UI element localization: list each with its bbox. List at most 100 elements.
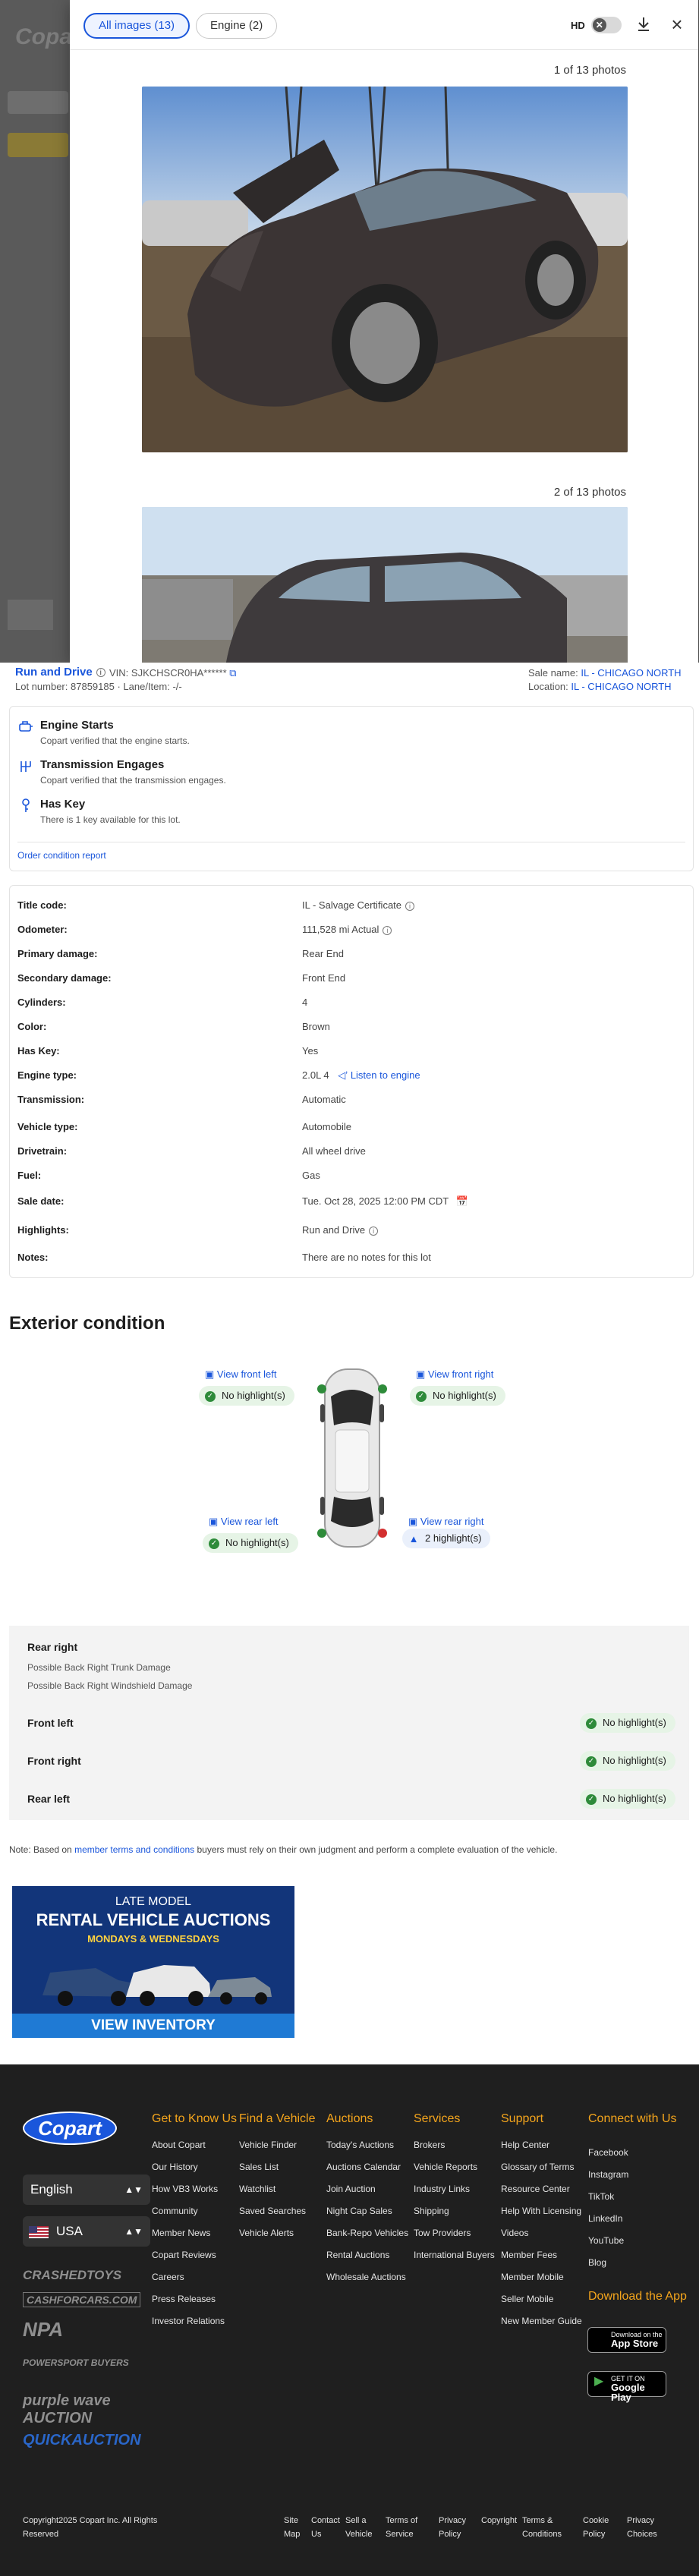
footer-link[interactable]: Join Auction [326, 2183, 376, 2195]
damage-item: Possible Back Right Windshield Damage [27, 1680, 193, 1691]
footer-link[interactable]: Member Fees [501, 2249, 557, 2261]
footer-link[interactable]: Vehicle Finder [239, 2139, 297, 2151]
footer-link[interactable]: Sales List [239, 2161, 279, 2173]
footer-link[interactable]: About Copart [152, 2139, 206, 2151]
hd-label: HD [571, 19, 585, 31]
footer-link[interactable]: Wholesale Auctions [326, 2271, 406, 2283]
footer-bottom-link[interactable]: Terms & Conditions [522, 2514, 574, 2541]
tab-all-images[interactable]: All images (13) [83, 13, 190, 39]
footer-bottom-link[interactable]: Privacy Policy [439, 2514, 477, 2541]
footer-link[interactable]: Brokers [414, 2139, 445, 2151]
footer-bottom-link[interactable]: Terms of Service [386, 2514, 428, 2541]
sound-icon: ◁ʼ [338, 1069, 348, 1081]
footer-link[interactable]: Member Mobile [501, 2271, 564, 2283]
highlight-status-badge[interactable]: ▲ 2 highlight(s) [402, 1529, 491, 1548]
close-icon[interactable]: × [666, 14, 688, 35]
member-terms-link[interactable]: member terms and conditions [74, 1844, 194, 1855]
footer-link[interactable]: Vehicle Alerts [239, 2227, 294, 2239]
footer-bottom-link[interactable]: Site Map [284, 2514, 310, 2541]
footer-logo[interactable]: Copart [23, 2112, 117, 2145]
hd-toggle-group[interactable]: HD ✕ [571, 17, 622, 33]
footer-bottom-link[interactable]: Contact Us [311, 2514, 342, 2541]
footer-link[interactable]: Press Releases [152, 2293, 216, 2305]
listen-to-engine-link[interactable]: ◁ʼ Listen to engine [338, 1069, 420, 1081]
sale-name-link[interactable]: IL - CHICAGO NORTH [581, 667, 681, 679]
vehicle-photo[interactable] [142, 87, 628, 452]
social-link[interactable]: Instagram [588, 2168, 628, 2181]
footer-bottom-link[interactable]: Copyright [481, 2514, 519, 2527]
footer-link[interactable]: Videos [501, 2227, 528, 2239]
footer-link[interactable]: Vehicle Reports [414, 2161, 477, 2173]
footer-link[interactable]: Tow Providers [414, 2227, 471, 2239]
rental-auctions-banner[interactable]: LATE MODEL RENTAL VEHICLE AUCTIONS MONDA… [12, 1886, 294, 2038]
footer-bottom-link[interactable]: Cookie Policy [583, 2514, 619, 2541]
footer-link[interactable]: Watchlist [239, 2183, 276, 2195]
social-link[interactable]: Facebook [588, 2146, 628, 2159]
footer-link[interactable]: Careers [152, 2271, 184, 2283]
footer-link[interactable]: Night Cap Sales [326, 2205, 392, 2217]
location-link[interactable]: IL - CHICAGO NORTH [571, 681, 671, 692]
highlight-status-badge: ✓ No highlight(s) [203, 1533, 298, 1553]
info-icon[interactable]: i [96, 668, 105, 678]
country-select[interactable]: USA ▲▼ [23, 2216, 150, 2247]
footer-bottom-link[interactable]: Sell a Vehicle [345, 2514, 379, 2541]
footer-link[interactable]: Seller Mobile [501, 2293, 553, 2305]
info-icon[interactable]: i [383, 925, 392, 935]
language-select[interactable]: English ▲▼ [23, 2174, 150, 2205]
view-front-left-link[interactable]: ▣ View front left [205, 1368, 276, 1381]
copy-icon[interactable]: ⧉ [229, 667, 236, 679]
footer-link[interactable]: Member News [152, 2227, 210, 2239]
view-inventory-button[interactable]: VIEW INVENTORY [12, 2014, 294, 2038]
footer-link[interactable]: International Buyers [414, 2249, 495, 2261]
footer-link[interactable]: Bank-Repo Vehicles [326, 2227, 408, 2239]
tab-engine[interactable]: Engine (2) [196, 13, 278, 39]
view-front-right-link[interactable]: ▣ View front right [416, 1368, 493, 1381]
footer-link[interactable]: Help Center [501, 2139, 549, 2151]
brand-logo[interactable]: CRASHEDTOYS [23, 2268, 121, 2283]
app-store-button[interactable]: Download on the App Store [587, 2327, 666, 2353]
info-icon[interactable]: i [405, 901, 415, 911]
brand-logo[interactable]: POWERSPORT BUYERS [23, 2357, 129, 2368]
footer-link[interactable]: Industry Links [414, 2183, 470, 2195]
order-condition-report-link[interactable]: Order condition report [17, 850, 106, 861]
vehicle-photo[interactable] [142, 507, 628, 663]
social-link[interactable]: TikTok [588, 2190, 614, 2203]
footer-bottom-link[interactable]: Privacy Choices [627, 2514, 672, 2541]
footer-heading: Support [501, 2112, 544, 2125]
view-rear-right-link[interactable]: ▣ View rear right [408, 1516, 484, 1528]
download-icon[interactable] [633, 14, 654, 35]
footer-link[interactable]: Today's Auctions [326, 2139, 394, 2151]
background-button [8, 133, 68, 157]
footer-link[interactable]: Copart Reviews [152, 2249, 216, 2261]
lot-info-bar: Run and Drive i VIN: SJKCHSCR0HA****** ⧉ … [0, 663, 699, 693]
social-link[interactable]: Blog [588, 2256, 606, 2269]
footer-link[interactable]: Auctions Calendar [326, 2161, 401, 2173]
highlights-panel: Rear right Possible Back Right Trunk Dam… [9, 1626, 689, 1820]
run-and-drive-badge[interactable]: Run and Drive i [15, 666, 105, 679]
footer-link[interactable]: Help With Licensing [501, 2205, 581, 2217]
image-viewer-modal: All images (13) Engine (2) HD ✕ × 1 of 1… [70, 0, 698, 663]
view-rear-left-link[interactable]: ▣ View rear left [209, 1516, 279, 1528]
footer-link[interactable]: New Member Guide [501, 2315, 582, 2327]
photo-counter: 2 of 13 photos [553, 486, 626, 499]
brand-logo[interactable]: NPA [23, 2318, 63, 2341]
footer-link[interactable]: Investor Relations [152, 2315, 225, 2327]
brand-logo[interactable]: QUICKAUCTION [23, 2432, 141, 2449]
footer-link[interactable]: Rental Auctions [326, 2249, 389, 2261]
footer-link[interactable]: Shipping [414, 2205, 449, 2217]
brand-logo[interactable]: purple wave AUCTION [23, 2392, 144, 2427]
footer-link[interactable]: Glossary of Terms [501, 2161, 574, 2173]
google-play-button[interactable]: ▶ GET IT ON Google Play [587, 2371, 666, 2402]
engine-icon [19, 721, 33, 732]
footer-link[interactable]: Resource Center [501, 2183, 570, 2195]
footer-link[interactable]: How VB3 Works [152, 2183, 218, 2195]
hd-toggle[interactable]: ✕ [590, 17, 622, 33]
info-icon[interactable]: i [369, 1226, 379, 1236]
footer-link[interactable]: Our History [152, 2161, 198, 2173]
footer-link[interactable]: Saved Searches [239, 2205, 306, 2217]
footer-link[interactable]: Community [152, 2205, 198, 2217]
social-link[interactable]: LinkedIn [588, 2212, 622, 2225]
calendar-icon[interactable]: 📅 [456, 1195, 468, 1207]
brand-logo[interactable]: CASHFORCARS.COM [23, 2292, 141, 2307]
social-link[interactable]: YouTube [588, 2234, 624, 2247]
